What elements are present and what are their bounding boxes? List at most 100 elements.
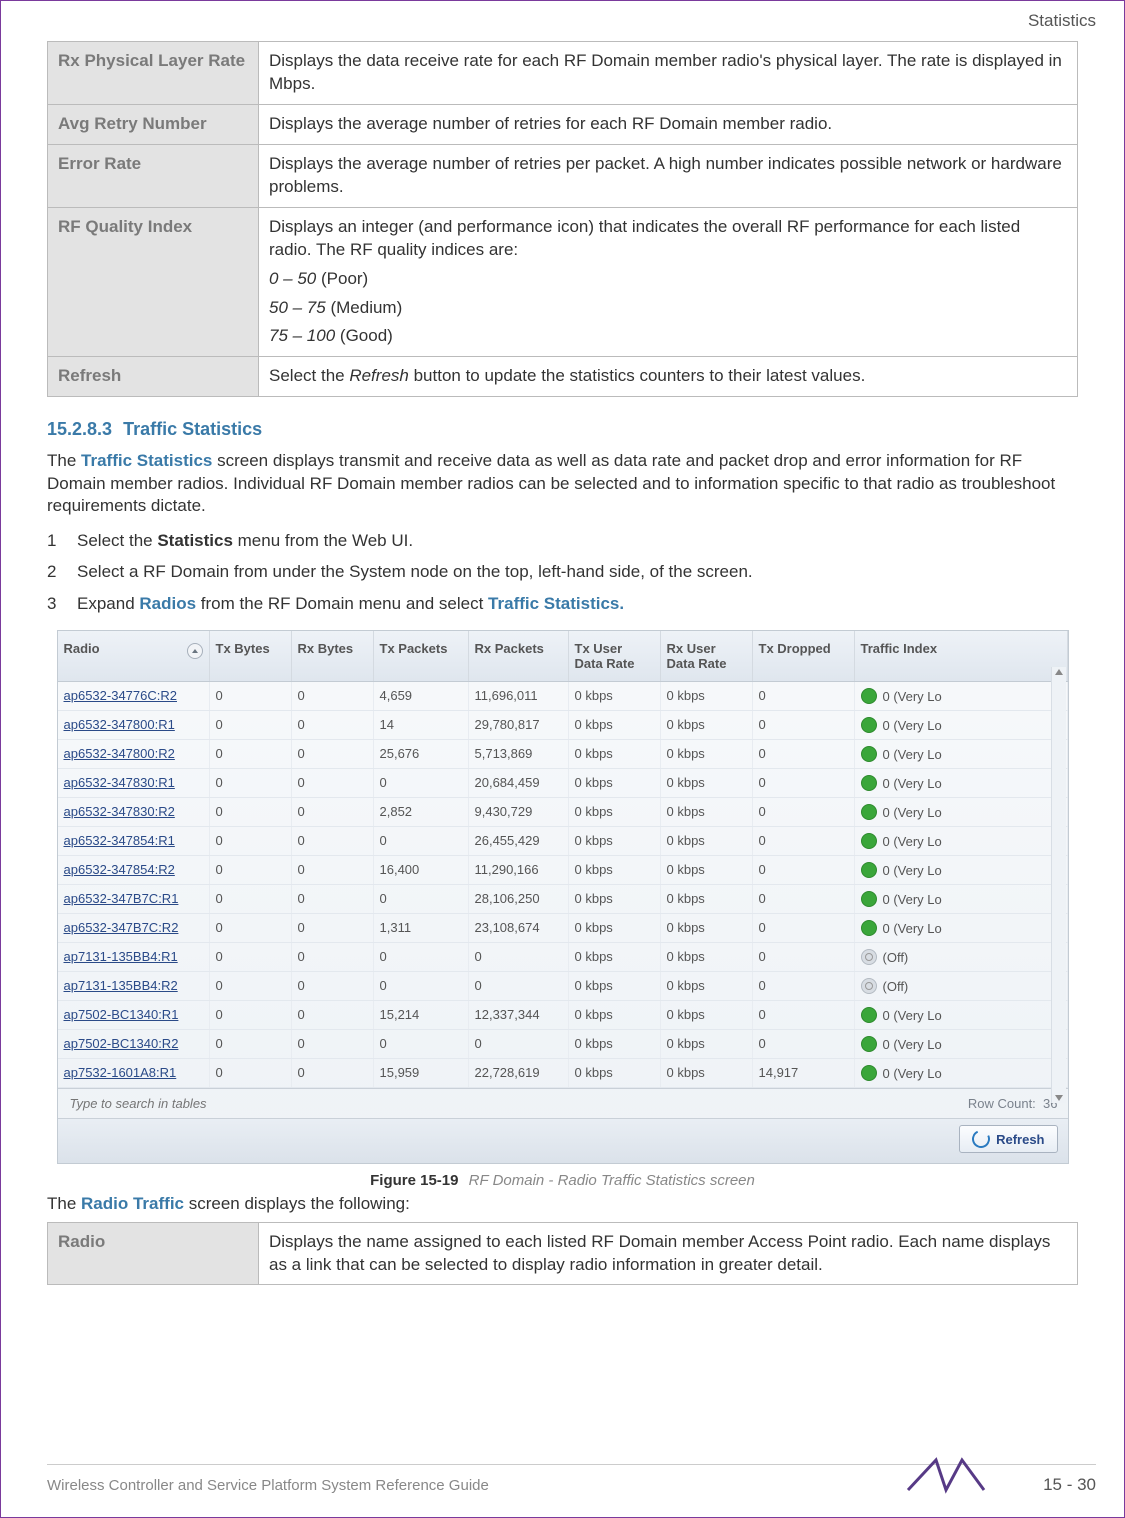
cell: 0 [210,972,292,1000]
col-header[interactable]: Rx Bytes [292,631,374,681]
status-dot-icon [861,1065,877,1081]
table-row: ap7131-135BB4:R200000 kbps0 kbps0(Off) [58,972,1068,1001]
col-radio-header[interactable]: Radio [58,631,210,681]
radio-link[interactable]: ap7502-BC1340:R2 [58,1030,210,1058]
table-row: Refresh Select the Refresh button to upd… [48,357,1078,397]
col-header[interactable]: Tx Bytes [210,631,292,681]
ti-text: 0 (Very Lo [883,1008,942,1023]
field-desc-text: Displays an integer (and performance ico… [269,217,1020,259]
radio-link[interactable]: ap6532-347830:R2 [58,798,210,826]
refresh-label: Refresh [996,1132,1044,1147]
radio-link[interactable]: ap7131-135BB4:R2 [58,972,210,1000]
cell: 0 kbps [569,1059,661,1087]
ti-text: (Off) [883,979,909,994]
status-dot-icon [861,746,877,762]
cell: 0 [292,711,374,739]
cell: 0 [292,885,374,913]
search-input[interactable] [68,1095,332,1112]
cell: 0 [753,856,855,884]
step-number: 1 [47,528,63,554]
radio-link[interactable]: ap6532-34776C:R2 [58,682,210,710]
cell: 0 [210,943,292,971]
sort-asc-icon[interactable] [187,643,203,659]
cell: 0 kbps [661,914,753,942]
cell: 22,728,619 [469,1059,569,1087]
cell: 0 [374,1030,469,1058]
cell: 0 kbps [661,1001,753,1029]
radio-link[interactable]: ap7502-BC1340:R1 [58,1001,210,1029]
section-title: Traffic Statistics [123,419,262,439]
text: The [47,1194,81,1213]
cell: 0 [469,943,569,971]
field-desc-table: Rx Physical Layer Rate Displays the data… [47,41,1078,397]
desc-text: Select the [269,366,349,385]
radio-link[interactable]: ap6532-347B7C:R1 [58,885,210,913]
col-header[interactable]: Tx Dropped [753,631,855,681]
ti-text: 0 (Very Lo [883,863,942,878]
cell: 1,311 [374,914,469,942]
radio-link[interactable]: ap7532-1601A8:R1 [58,1059,210,1087]
col-header[interactable]: Traffic Index [855,631,1068,681]
cell: 0 kbps [661,1030,753,1058]
field-label: Rx Physical Layer Rate [48,42,259,105]
cell: 0 [292,1030,374,1058]
radio-link[interactable]: ap6532-347830:R1 [58,769,210,797]
table-row: Radio Displays the name assigned to each… [48,1222,1078,1285]
cell: 0 kbps [569,1030,661,1058]
footer-guide: Wireless Controller and Service Platform… [47,1477,489,1494]
radio-link[interactable]: ap6532-347854:R2 [58,856,210,884]
radio-link[interactable]: ap6532-347800:R1 [58,711,210,739]
cell: 0 [753,1030,855,1058]
col-header[interactable]: Rx User Data Rate [661,631,753,681]
field-label: RF Quality Index [48,207,259,357]
cell: 0 [374,943,469,971]
cell: 0 [292,769,374,797]
table-row: ap6532-34776C:R2004,65911,696,0110 kbps0… [58,682,1068,711]
bold-text: Radio Traffic [81,1194,184,1213]
field-label: Error Rate [48,144,259,207]
step-item: 2 Select a RF Domain from under the Syst… [47,559,1078,585]
cell: 0 [753,798,855,826]
col-header[interactable]: Tx User Data Rate [569,631,661,681]
refresh-icon [970,1128,993,1151]
field-label: Radio [48,1222,259,1285]
scrollbar[interactable] [1051,667,1066,1103]
section-header: Statistics [1028,11,1096,31]
radio-link[interactable]: ap6532-347B7C:R2 [58,914,210,942]
cell: 0 [292,827,374,855]
refresh-button[interactable]: Refresh [959,1125,1057,1153]
col-header[interactable]: Rx Packets [469,631,569,681]
cell: 4,659 [374,682,469,710]
rowcount-label: Row Count: [968,1096,1036,1111]
radio-link[interactable]: ap7131-135BB4:R1 [58,943,210,971]
table-row: ap6532-347B7C:R100028,106,2500 kbps0 kbp… [58,885,1068,914]
col-header[interactable]: Tx Packets [374,631,469,681]
step-item: 3 Expand Radios from the RF Domain menu … [47,591,1078,617]
radio-link[interactable]: ap6532-347800:R2 [58,740,210,768]
ti-text: 0 (Very Lo [883,1066,942,1081]
table-row: ap7502-BC1340:R200000 kbps0 kbps00 (Very… [58,1030,1068,1059]
traffic-index-cell: 0 (Very Lo [855,769,1068,797]
radio-link[interactable]: ap6532-347854:R1 [58,827,210,855]
ti-text: 0 (Very Lo [883,834,942,849]
cell: 0 [292,856,374,884]
cell: 0 kbps [569,914,661,942]
cell: 0 [210,740,292,768]
after-figure-text: The Radio Traffic screen displays the fo… [47,1193,1078,1215]
cell: 0 [210,798,292,826]
status-dot-icon [861,717,877,733]
field-desc: Displays the name assigned to each liste… [259,1222,1078,1285]
table-row: ap6532-347830:R100020,684,4590 kbps0 kbp… [58,769,1068,798]
cell: 14,917 [753,1059,855,1087]
cell: 0 kbps [569,798,661,826]
status-dot-icon [861,862,877,878]
cell: 0 kbps [569,972,661,1000]
table-row: Error Rate Displays the average number o… [48,144,1078,207]
section-number: 15.2.8.3 [47,419,112,439]
intro-bold: Traffic Statistics [81,451,212,470]
qi-label: (Medium) [326,298,403,317]
cell: 0 kbps [661,711,753,739]
cell: 0 [210,769,292,797]
cell: 0 [210,1059,292,1087]
cell: 23,108,674 [469,914,569,942]
